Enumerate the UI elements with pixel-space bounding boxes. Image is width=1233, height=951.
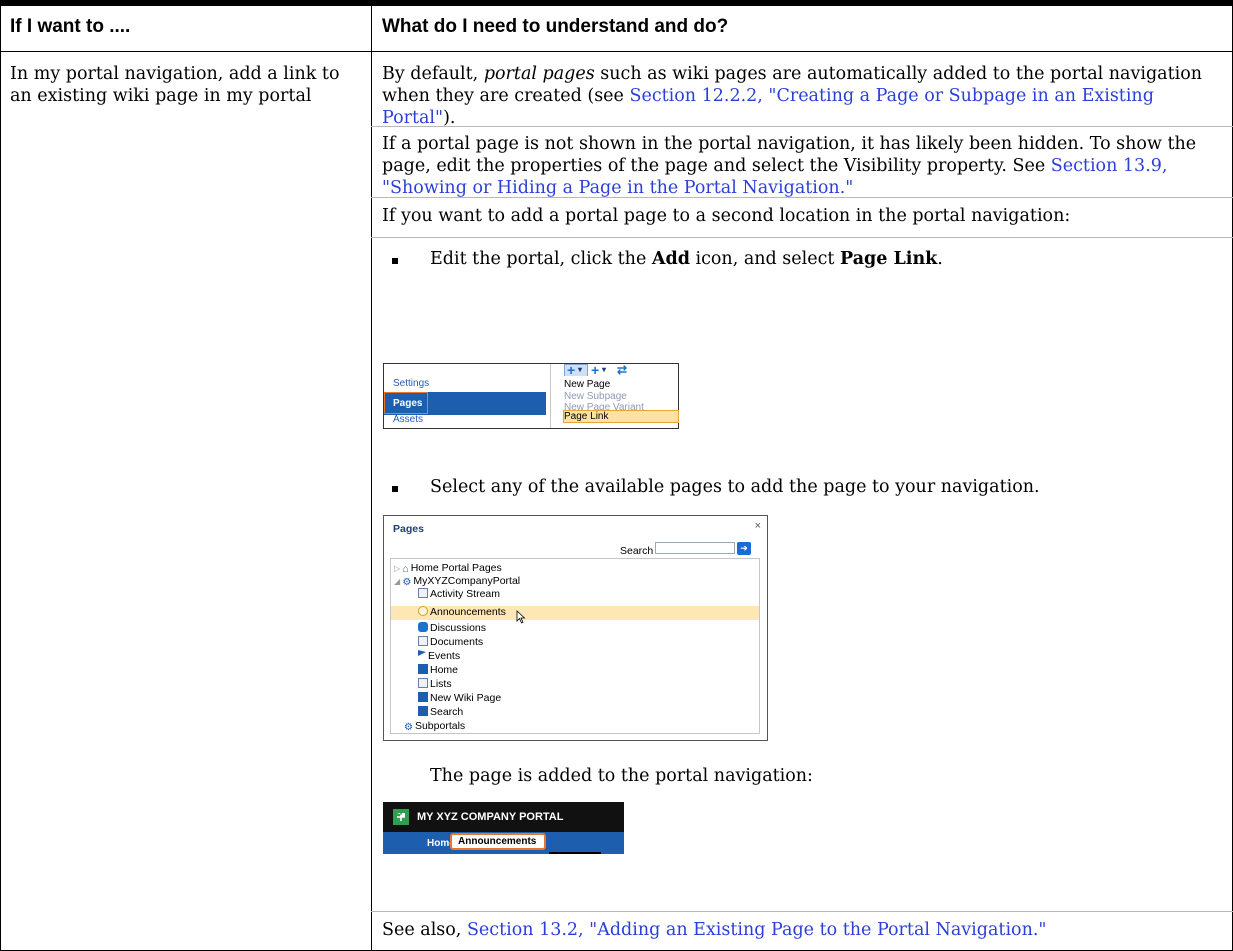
- page-icon: [418, 706, 428, 716]
- nav-pages[interactable]: Pages: [393, 398, 422, 409]
- tree-label: Announcements: [430, 606, 506, 618]
- tree-row-discussions[interactable]: Discussions: [418, 622, 486, 635]
- screenshot-pages-dialog: Pages × Search ➜ ▷ ⌂ Home Portal Pages ◢ …: [383, 515, 768, 741]
- activity-stream-icon: [418, 588, 428, 598]
- menu-new-subpage[interactable]: New Subpage: [564, 391, 627, 402]
- discussions-icon: [418, 622, 428, 632]
- header-bottom-rule: [0, 51, 1233, 52]
- bullet1-text-pre: Edit the portal, click the: [430, 249, 652, 269]
- tree-label: Activity Stream: [430, 588, 501, 600]
- portal-logo-icon: [393, 809, 409, 825]
- p1-emphasis: portal pages: [483, 64, 595, 84]
- tree-row-myxyzcompanyportal[interactable]: ◢ ⚙ MyXYZCompanyPortal: [394, 575, 520, 588]
- paragraph-page-added: The page is added to the portal navigati…: [430, 766, 813, 786]
- screenshot-add-menu: Settings Pages Assets + ▾ + ▾ ⇄ New Page…: [383, 363, 679, 429]
- announcements-icon: [418, 606, 428, 616]
- paragraph-separator: [371, 237, 1233, 238]
- nav-tab-announcements[interactable]: Announcements: [458, 836, 536, 847]
- mouse-pointer-icon: [516, 610, 526, 624]
- page-icon: [418, 692, 428, 702]
- paragraph-separator: [371, 197, 1233, 198]
- search-go-icon[interactable]: ➜: [737, 542, 751, 555]
- column-divider: [371, 6, 372, 951]
- close-icon[interactable]: ×: [755, 520, 761, 532]
- collapse-icon[interactable]: ◢: [394, 577, 402, 586]
- tree-row-events[interactable]: Events: [418, 650, 460, 663]
- tree-row-home-portal-pages[interactable]: ▷ ⌂ Home Portal Pages: [394, 562, 502, 575]
- search-input[interactable]: [655, 542, 735, 554]
- portal-brand: MY XYZ COMPANY PORTAL: [417, 811, 564, 823]
- tree-row-documents[interactable]: Documents: [418, 636, 483, 649]
- refresh-icon[interactable]: ⇄: [617, 364, 627, 376]
- bullet-marker: [392, 258, 398, 264]
- expand-icon[interactable]: ▷: [394, 564, 402, 573]
- tree-label: Discussions: [430, 622, 487, 634]
- chevron-down-icon: ▾: [602, 365, 607, 374]
- paragraph-separator: [371, 911, 1233, 912]
- tree-label: Events: [428, 650, 461, 662]
- table-left-border: [0, 6, 1, 951]
- bullet-select-pages: Select any of the available pages to add…: [430, 477, 1040, 497]
- column-header-what-to-do: What do I need to understand and do?: [382, 16, 729, 37]
- p1-text-pre: By default,: [382, 64, 484, 84]
- nav-assets[interactable]: Assets: [393, 414, 423, 425]
- p5-text-pre: See also,: [382, 920, 467, 940]
- portal-icon: ⚙: [402, 577, 412, 588]
- paragraph-default-behavior: By default, portal pages such as wiki pa…: [382, 63, 1222, 129]
- add-icon: +: [567, 362, 576, 378]
- tree-label: Documents: [430, 636, 484, 648]
- paragraph-second-location: If you want to add a portal page to a se…: [382, 206, 1071, 226]
- tree-label: Home: [430, 664, 459, 676]
- lists-icon: [418, 678, 428, 688]
- page-icon: [418, 664, 428, 674]
- tree-label: Subportals: [414, 720, 466, 732]
- dialog-title: Pages: [393, 523, 424, 535]
- add-icon[interactable]: +: [591, 363, 599, 377]
- tree-label: MyXYZCompanyPortal: [413, 575, 521, 587]
- paragraph-hidden-pages: If a portal page is not shown in the por…: [382, 133, 1222, 199]
- search-label: Search: [620, 545, 654, 557]
- table-top-rule: [0, 0, 1233, 6]
- column-header-if-i-want: If I want to ....: [10, 16, 131, 37]
- subportals-icon: ⚙: [404, 722, 413, 733]
- bullet-marker: [392, 486, 398, 492]
- tree-row-home[interactable]: Home: [418, 664, 458, 677]
- doc-table: If I want to .... What do I need to unde…: [0, 0, 1233, 951]
- nav-shadow: [549, 852, 601, 854]
- tree-row-activity-stream[interactable]: Activity Stream: [418, 588, 500, 601]
- tree-row-lists[interactable]: Lists: [418, 678, 452, 691]
- tree-row-new-wiki-page[interactable]: New Wiki Page: [418, 692, 501, 705]
- nav-divider: [550, 364, 551, 428]
- bullet1-text-mid: icon, and select: [689, 249, 840, 269]
- paragraph-separator: [371, 126, 1233, 127]
- bullet1-text-post: .: [937, 249, 943, 269]
- link-section-13-2[interactable]: Section 13.2, "Adding an Existing Page t…: [467, 920, 1047, 940]
- bullet-edit-portal: Edit the portal, click the Add icon, and…: [430, 248, 1220, 270]
- paragraph-see-also: See also, Section 13.2, "Adding an Exist…: [382, 919, 1222, 941]
- chevron-down-icon: ▾: [578, 365, 583, 374]
- nav-settings[interactable]: Settings: [393, 378, 429, 389]
- tree-label: Home Portal Pages: [410, 562, 502, 574]
- tree-row-announcements[interactable]: Announcements: [418, 606, 506, 619]
- tree-row-subportals[interactable]: ⚙ Subportals: [404, 720, 465, 733]
- tree-row-search[interactable]: Search: [418, 706, 463, 719]
- task-description: In my portal navigation, add a link to a…: [10, 64, 340, 106]
- events-icon: [418, 650, 426, 656]
- tree-label: Search: [430, 706, 464, 718]
- menu-new-page[interactable]: New Page: [564, 379, 610, 390]
- documents-icon: [418, 636, 428, 646]
- screenshot-portal-navigation: MY XYZ COMPANY PORTAL Home Announcements: [383, 802, 624, 854]
- tree-label: Lists: [430, 678, 452, 690]
- bullet1-bold-add: Add: [651, 249, 690, 269]
- p1-text-post: ).: [443, 108, 456, 128]
- tree-label: New Wiki Page: [430, 692, 502, 704]
- bullet1-bold-page-link: Page Link: [840, 249, 938, 269]
- menu-page-link[interactable]: Page Link: [564, 411, 608, 422]
